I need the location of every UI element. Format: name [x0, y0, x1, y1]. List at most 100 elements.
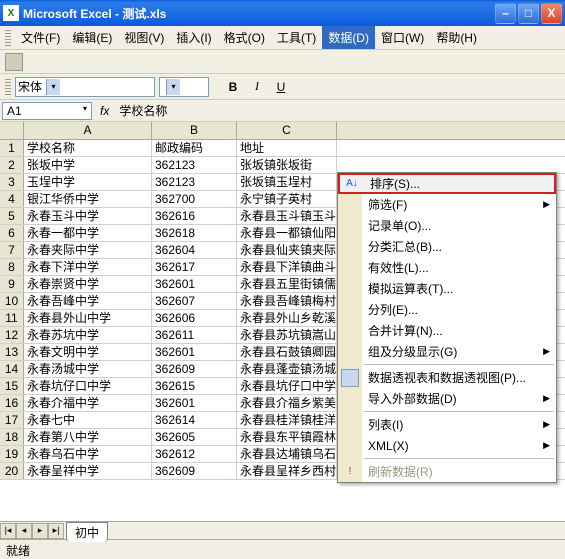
italic-button[interactable]: I	[247, 77, 267, 97]
row-header[interactable]: 19	[0, 446, 24, 462]
menu-view[interactable]: 视图(V)	[118, 26, 170, 49]
col-header-a[interactable]: A	[24, 122, 152, 139]
cell[interactable]: 362607	[152, 293, 237, 309]
cell[interactable]: 362605	[152, 429, 237, 445]
row-header[interactable]: 7	[0, 242, 24, 258]
maximize-button[interactable]: □	[518, 3, 539, 24]
cell[interactable]: 永春苏坑中学	[24, 327, 152, 343]
cell[interactable]: 362601	[152, 276, 237, 292]
cell[interactable]: 张坂中学	[24, 157, 152, 173]
cell[interactable]: 永春七中	[24, 412, 152, 428]
select-all-corner[interactable]	[0, 122, 24, 139]
name-box[interactable]: A1 ▾	[2, 102, 92, 120]
cell[interactable]: 永春县吾峰镇梅村	[237, 293, 337, 309]
cell[interactable]: 永春县一都镇仙阳村	[237, 225, 337, 241]
cell[interactable]: 张坂镇张坂街	[237, 157, 337, 173]
cell[interactable]: 永春县苏坑镇嵩山村	[237, 327, 337, 343]
cell[interactable]: 362612	[152, 446, 237, 462]
cell[interactable]: 362123	[152, 174, 237, 190]
col-header-b[interactable]: B	[152, 122, 237, 139]
cell[interactable]: 362601	[152, 344, 237, 360]
menu-item-group[interactable]: 组及分级显示(G) ▶	[338, 341, 556, 362]
row-header[interactable]: 13	[0, 344, 24, 360]
cell[interactable]: 永春玉斗中学	[24, 208, 152, 224]
cell[interactable]: 玉埕中学	[24, 174, 152, 190]
menu-help[interactable]: 帮助(H)	[430, 26, 483, 49]
cell[interactable]: 银江华侨中学	[24, 191, 152, 207]
cell[interactable]: 学校名称	[24, 140, 152, 156]
bold-button[interactable]: B	[223, 77, 243, 97]
cell[interactable]: 362618	[152, 225, 237, 241]
menu-item-validation[interactable]: 有效性(L)...	[338, 257, 556, 278]
menu-item-pivot[interactable]: 数据透视表和数据透视图(P)...	[338, 367, 556, 388]
cell[interactable]: 362606	[152, 310, 237, 326]
underline-button[interactable]: U	[271, 77, 291, 97]
tab-nav-prev[interactable]: ◂	[16, 523, 32, 539]
menu-format[interactable]: 格式(O)	[218, 26, 271, 49]
cell[interactable]: 永春县玉斗镇玉斗村	[237, 208, 337, 224]
cell[interactable]: 永春县东平镇霞林村415号	[237, 429, 337, 445]
menu-item-subtotal[interactable]: 分类汇总(B)...	[338, 236, 556, 257]
cell[interactable]: 永春县石鼓镇卿园村	[237, 344, 337, 360]
cell[interactable]: 永春县达埔镇乌石村	[237, 446, 337, 462]
cell[interactable]: 永宁镇子英村	[237, 191, 337, 207]
cell[interactable]: 张坂镇玉埕村	[237, 174, 337, 190]
menu-insert[interactable]: 插入(I)	[170, 26, 217, 49]
menu-tools[interactable]: 工具(T)	[271, 26, 322, 49]
sheet-tab[interactable]: 初中	[66, 522, 108, 542]
tab-nav-last[interactable]: ▸|	[48, 523, 64, 539]
menu-item-table[interactable]: 模拟运算表(T)...	[338, 278, 556, 299]
cell[interactable]: 永春县呈祥乡西村村548号	[237, 463, 337, 479]
menu-item-sort[interactable]: A↓ 排序(S)...	[338, 173, 556, 194]
menu-item-form[interactable]: 记录单(O)...	[338, 215, 556, 236]
row-header[interactable]: 20	[0, 463, 24, 479]
row-header[interactable]: 18	[0, 429, 24, 445]
row-header[interactable]: 4	[0, 191, 24, 207]
cell[interactable]: 永春吾峰中学	[24, 293, 152, 309]
cell[interactable]: 永春县介福乡紫美村586号	[237, 395, 337, 411]
row-header[interactable]: 15	[0, 378, 24, 394]
row-header[interactable]: 10	[0, 293, 24, 309]
menu-item-filter[interactable]: 筛选(F) ▶	[338, 194, 556, 215]
cell[interactable]: 地址	[237, 140, 337, 156]
cell[interactable]: 永春介福中学	[24, 395, 152, 411]
cell[interactable]: 永春一都中学	[24, 225, 152, 241]
cell[interactable]: 永春县坑仔口中学	[237, 378, 337, 394]
cell[interactable]: 永春下洋中学	[24, 259, 152, 275]
worksheet[interactable]: A B C 1学校名称邮政编码地址2张坂中学362123张坂镇张坂街3玉埕中学3…	[0, 122, 565, 521]
minimize-button[interactable]: –	[495, 3, 516, 24]
cell[interactable]: 永春县外山乡乾溪村	[237, 310, 337, 326]
titlebar[interactable]: X Microsoft Excel - 测试.xls – □ X	[0, 0, 565, 26]
menu-window[interactable]: 窗口(W)	[375, 26, 430, 49]
menu-item-text-to-columns[interactable]: 分列(E)...	[338, 299, 556, 320]
font-combo[interactable]: 宋体 ▾	[15, 77, 155, 97]
font-size-combo[interactable]: ▾	[159, 77, 209, 97]
menu-edit[interactable]: 编辑(E)	[66, 26, 118, 49]
cell[interactable]: 永春县下洋镇曲斗	[237, 259, 337, 275]
cell[interactable]: 永春县桂洋镇桂洋村	[237, 412, 337, 428]
row-header[interactable]: 12	[0, 327, 24, 343]
row-header[interactable]: 17	[0, 412, 24, 428]
formula-input[interactable]: 学校名称	[115, 101, 565, 120]
row-header[interactable]: 9	[0, 276, 24, 292]
cell[interactable]: 永春第八中学	[24, 429, 152, 445]
cell[interactable]: 永春汤城中学	[24, 361, 152, 377]
chevron-down-icon[interactable]: ▾	[166, 79, 180, 95]
row-header[interactable]: 3	[0, 174, 24, 190]
camera-icon[interactable]	[5, 53, 23, 71]
menu-item-list[interactable]: 列表(I) ▶	[338, 414, 556, 435]
row-header[interactable]: 2	[0, 157, 24, 173]
cell[interactable]: 362615	[152, 378, 237, 394]
cell[interactable]: 永春崇贤中学	[24, 276, 152, 292]
cell[interactable]: 永春县五里街镇儒村	[237, 276, 337, 292]
row-header[interactable]: 16	[0, 395, 24, 411]
menu-item-consolidate[interactable]: 合并计算(N)...	[338, 320, 556, 341]
cell[interactable]: 362611	[152, 327, 237, 343]
row-header[interactable]: 14	[0, 361, 24, 377]
cell[interactable]: 362700	[152, 191, 237, 207]
cell[interactable]: 永春县仙夹镇夹际	[237, 242, 337, 258]
menu-item-xml[interactable]: XML(X) ▶	[338, 435, 556, 456]
row-header[interactable]: 11	[0, 310, 24, 326]
cell[interactable]: 永春夹际中学	[24, 242, 152, 258]
tab-nav-next[interactable]: ▸	[32, 523, 48, 539]
